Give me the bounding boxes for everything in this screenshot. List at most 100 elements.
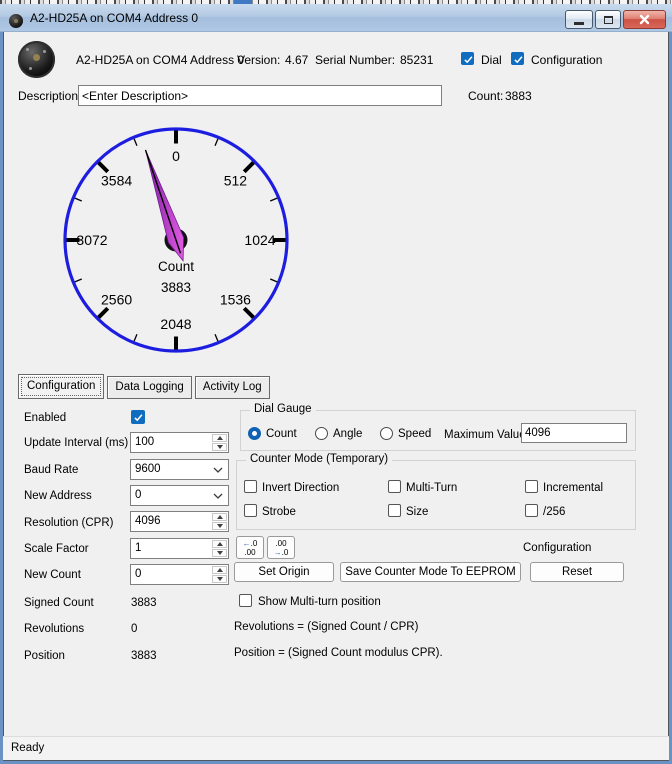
gauge-minor-tick (215, 139, 218, 146)
titlebar: A2-HD25A on COM4 Address 0 (0, 4, 672, 32)
resolution-label: Resolution (CPR) (24, 516, 113, 530)
position-value: 3883 (131, 649, 157, 663)
show-multiturn-checkbox[interactable] (239, 594, 252, 607)
gauge-minor-tick (75, 279, 82, 282)
incremental-checkbox[interactable] (525, 480, 538, 493)
size-label: Size (406, 505, 428, 519)
dial-gauge-group-title: Dial Gauge (250, 403, 316, 415)
strobe-checkbox[interactable] (244, 504, 257, 517)
scale-factor-stepper[interactable]: 1 (130, 538, 229, 559)
position-label: Position (24, 649, 65, 663)
size-checkbox[interactable] (388, 504, 401, 517)
spin-up-icon[interactable] (212, 513, 227, 521)
resolution-stepper[interactable]: 4096 (130, 511, 229, 532)
count-radio[interactable] (248, 427, 261, 440)
chevron-down-icon (213, 493, 223, 499)
description-label: Description (18, 89, 78, 103)
update-interval-value: 100 (135, 436, 154, 448)
tab-data-logging[interactable]: Data Logging (107, 376, 191, 399)
check-icon (513, 55, 524, 64)
decimal-text: .00 (275, 539, 286, 548)
left-arrow-icon: ← (243, 539, 251, 548)
minimize-button[interactable] (565, 10, 593, 29)
tab-activity-log[interactable]: Activity Log (195, 376, 270, 399)
header-count-label: Count: (468, 89, 503, 103)
multi-turn-checkbox[interactable] (388, 480, 401, 493)
gauge-major-tick (244, 163, 253, 172)
spin-down-icon[interactable] (212, 549, 227, 557)
gauge-tick-label: 512 (224, 173, 248, 189)
invert-direction-checkbox[interactable] (244, 480, 257, 493)
spin-up-icon[interactable] (212, 566, 227, 574)
maximize-button[interactable] (595, 10, 621, 29)
device-photo-icon (18, 41, 55, 78)
new-address-label: New Address (24, 489, 92, 503)
angle-radio[interactable] (315, 427, 328, 440)
spin-down-icon[interactable] (212, 522, 227, 530)
div256-checkbox[interactable] (525, 504, 538, 517)
baud-rate-select[interactable]: 9600 (130, 459, 229, 480)
signed-count-label: Signed Count (24, 596, 94, 610)
dial-checkbox[interactable] (461, 52, 474, 65)
gauge-major-tick (99, 308, 108, 317)
spin-up-icon[interactable] (212, 434, 227, 442)
decimal-text: .0 (282, 548, 289, 557)
increase-decimal-button[interactable]: .00 →.0 (267, 536, 295, 559)
status-bar: Ready (3, 736, 669, 760)
invert-direction-label: Invert Direction (262, 481, 339, 495)
close-button[interactable] (623, 10, 666, 29)
gauge-major-tick (99, 163, 108, 172)
gauge-minor-tick (134, 334, 137, 341)
spin-up-icon[interactable] (212, 540, 227, 548)
dial-gauge: 0512102415362048256030723584 Count 3883 (58, 122, 294, 358)
speed-radio[interactable] (380, 427, 393, 440)
gauge-tick-label: 1536 (220, 291, 251, 307)
new-count-stepper[interactable]: 0 (130, 564, 229, 585)
spin-down-icon[interactable] (212, 443, 227, 451)
spin-down-icon[interactable] (212, 575, 227, 583)
update-interval-stepper[interactable]: 100 (130, 432, 229, 453)
decimal-text: .00 (244, 548, 255, 557)
count-radio-label: Count (266, 427, 297, 441)
incremental-label: Incremental (543, 481, 603, 495)
set-origin-button[interactable]: Set Origin (234, 562, 334, 582)
spin-buttons (212, 566, 227, 583)
multi-turn-label: Multi-Turn (406, 481, 457, 495)
new-address-select[interactable]: 0 (130, 485, 229, 506)
strobe-label: Strobe (262, 505, 296, 519)
speed-radio-label: Speed (398, 427, 431, 441)
gauge-tick-label: 3072 (76, 232, 107, 248)
gauge-needle-line (146, 150, 181, 253)
gauge-minor-tick (134, 139, 137, 146)
app-icon (9, 14, 23, 28)
close-icon (639, 14, 650, 25)
spin-buttons (212, 434, 227, 451)
configuration-checkbox[interactable] (511, 52, 524, 65)
decrease-decimal-button[interactable]: ←.0 .00 (236, 536, 264, 559)
maximum-value-input[interactable] (521, 423, 627, 443)
serial-label: Serial Number: (315, 53, 395, 67)
div256-label: /256 (543, 505, 565, 519)
resolution-value: 4096 (135, 515, 161, 527)
gauge-minor-tick (270, 198, 277, 201)
tab-configuration[interactable]: Configuration (18, 374, 104, 399)
decimal-text: .0 (251, 539, 258, 548)
screw-dot (43, 50, 46, 53)
reset-button[interactable]: Reset (530, 562, 624, 582)
minimize-icon (574, 22, 584, 25)
device-name: A2-HD25A on COM4 Address 0 (76, 53, 244, 67)
new-count-label: New Count (24, 568, 81, 582)
dial-checkbox-label: Dial (481, 53, 502, 67)
enabled-checkbox[interactable] (131, 410, 145, 424)
gauge-center-label: Count (158, 259, 194, 274)
header-count-value: 3883 (505, 89, 532, 103)
description-input[interactable] (78, 85, 442, 106)
revolutions-formula: Revolutions = (Signed Count / CPR) (234, 620, 418, 634)
gauge-tick-label: 0 (172, 148, 180, 164)
save-counter-mode-button[interactable]: Save Counter Mode To EEPROM (340, 562, 521, 582)
serial-value: 85231 (400, 53, 433, 67)
version-label: Version: (237, 53, 280, 67)
maximum-value-label: Maximum Value (444, 428, 526, 442)
enabled-label: Enabled (24, 411, 66, 425)
check-icon (133, 413, 144, 422)
